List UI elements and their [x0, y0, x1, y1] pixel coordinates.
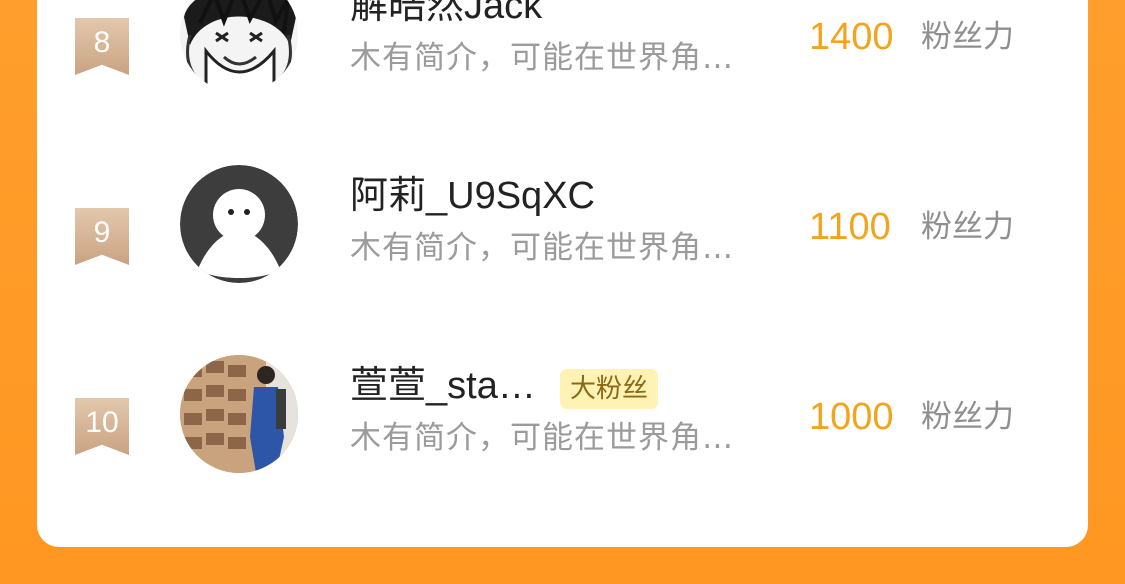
default-avatar-image	[180, 165, 298, 283]
avatar[interactable]	[180, 165, 298, 283]
rank-badge: 10	[75, 398, 129, 455]
fan-power-score: 1400	[809, 16, 894, 58]
fan-power-score: 1000	[809, 396, 894, 438]
avatar[interactable]	[180, 355, 298, 473]
rank-badge: 9	[75, 208, 129, 265]
username[interactable]: 阿莉_U9SqXC	[350, 174, 595, 218]
fan-power-label: 粉丝力	[921, 19, 1014, 55]
username[interactable]: 解晧然Jack	[350, 0, 542, 28]
leaderboard-card: 8 解晧然Jack 木有简介，可能在世界角… 1400 粉丝力 9 阿莉_U9S…	[37, 0, 1088, 547]
manga-avatar-image	[180, 0, 298, 93]
user-bio: 木有简介，可能在世界角…	[350, 40, 734, 76]
leaderboard-row[interactable]: 9 阿莉_U9SqXC 木有简介，可能在世界角… 1100 粉丝力	[37, 150, 1088, 300]
user-bio: 木有简介，可能在世界角…	[350, 420, 734, 456]
fan-power-score: 1100	[809, 206, 891, 248]
fan-power-label: 粉丝力	[921, 399, 1014, 435]
username[interactable]: 萱萱_sta…	[350, 364, 536, 408]
super-fan-tag: 大粉丝	[560, 369, 659, 409]
page: 8 解晧然Jack 木有简介，可能在世界角… 1400 粉丝力 9 阿莉_U9S…	[0, 0, 1125, 584]
leaderboard-row[interactable]: 10 萱萱_sta… 大粉丝 木有简介，可能在世界角… 1000 粉丝力	[37, 340, 1088, 490]
avatar[interactable]	[180, 0, 298, 93]
leaderboard-row[interactable]: 8 解晧然Jack 木有简介，可能在世界角… 1400 粉丝力	[37, 0, 1088, 110]
user-bio: 木有简介，可能在世界角…	[350, 230, 734, 266]
rank-badge: 8	[75, 18, 129, 75]
fan-power-label: 粉丝力	[921, 209, 1014, 245]
photo-avatar-image	[180, 355, 298, 473]
